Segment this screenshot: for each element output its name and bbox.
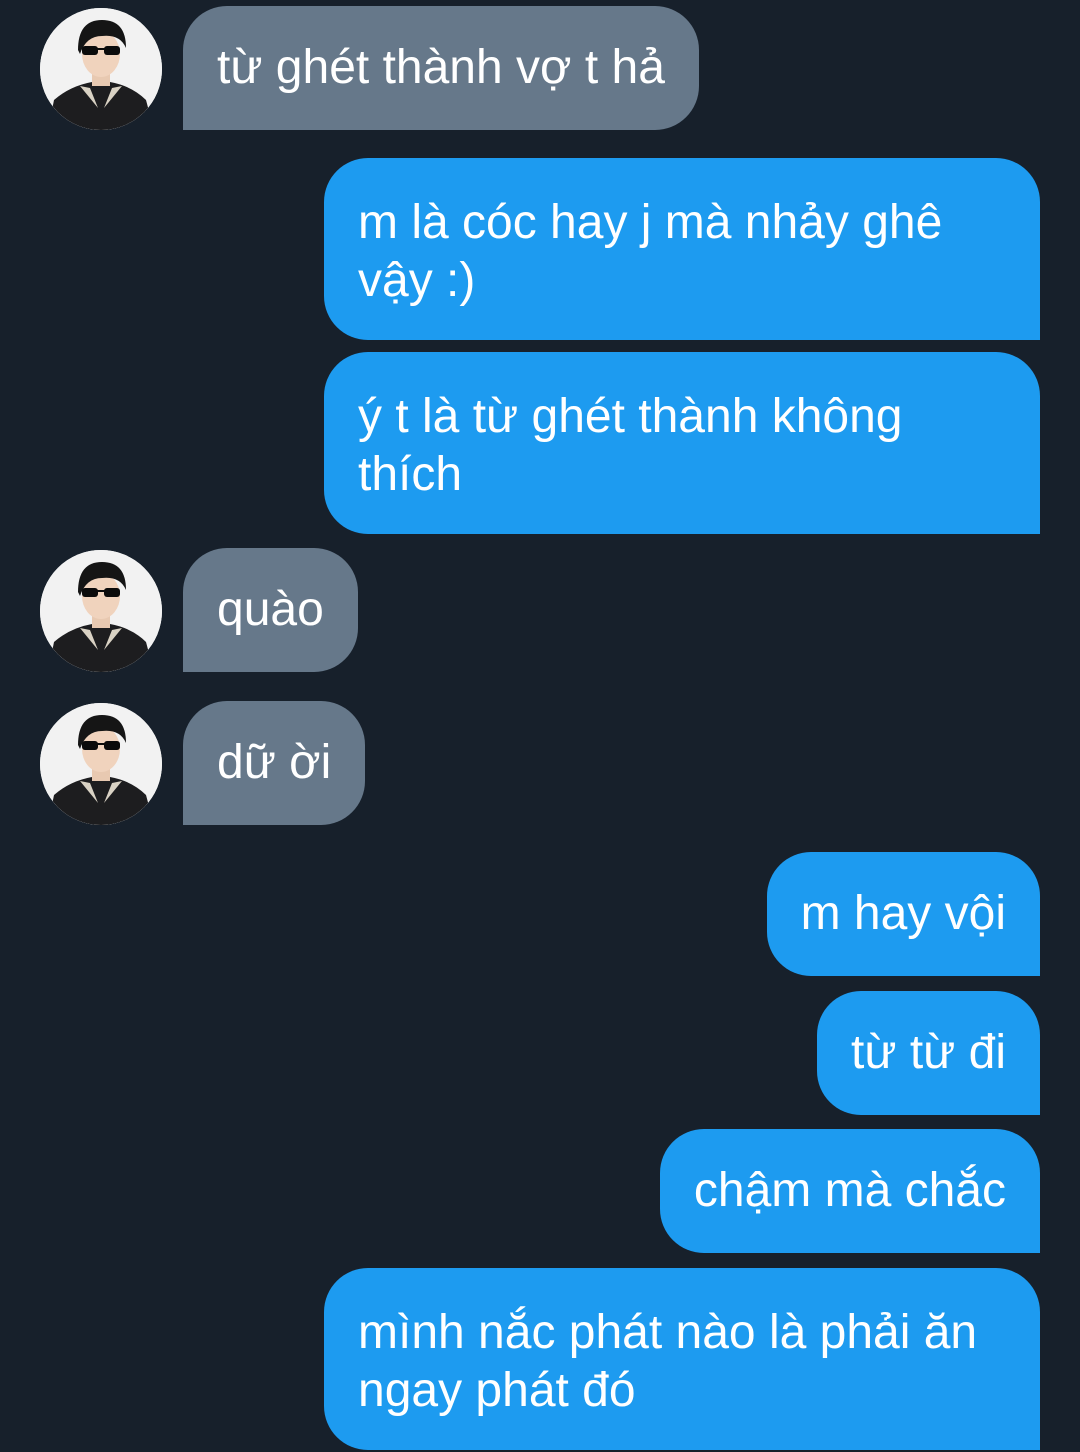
message-text: quào <box>217 583 324 636</box>
message-bubble-outgoing[interactable]: mình nắc phát nào là phải ăn ngay phát đ… <box>324 1268 1040 1450</box>
message-text: m hay vội <box>800 887 1006 940</box>
message-bubble-outgoing[interactable]: m là cóc hay j mà nhảy ghê vậy :) <box>324 158 1040 340</box>
avatar[interactable] <box>40 8 162 130</box>
message-bubble-outgoing[interactable]: từ từ đi <box>817 991 1040 1115</box>
message-bubble-incoming[interactable]: quào <box>183 548 358 672</box>
profile-photo-icon <box>40 8 162 130</box>
message-text: từ từ đi <box>851 1026 1006 1079</box>
message-text: chậm mà chắc <box>693 1164 1006 1217</box>
message-text: từ ghét thành vợ t hả <box>217 41 665 94</box>
message-text: mình nắc phát nào là phải ăn ngay phát đ… <box>358 1306 978 1417</box>
message-bubble-outgoing[interactable]: chậm mà chắc <box>659 1129 1040 1253</box>
message-bubble-incoming[interactable]: từ ghét thành vợ t hả <box>183 6 699 130</box>
profile-photo-icon <box>40 550 162 672</box>
message-bubble-incoming[interactable]: dữ ời <box>183 701 366 825</box>
message-bubble-outgoing[interactable]: m hay vội <box>766 852 1040 976</box>
profile-photo-icon <box>40 703 162 825</box>
message-bubble-outgoing[interactable]: ý t là từ ghét thành không thích <box>324 352 1040 534</box>
avatar[interactable] <box>40 703 162 825</box>
message-text: m là cóc hay j mà nhảy ghê vậy :) <box>358 196 943 307</box>
message-text: ý t là từ ghét thành không thích <box>358 390 903 501</box>
message-text: dữ ời <box>217 736 332 789</box>
avatar[interactable] <box>40 550 162 672</box>
